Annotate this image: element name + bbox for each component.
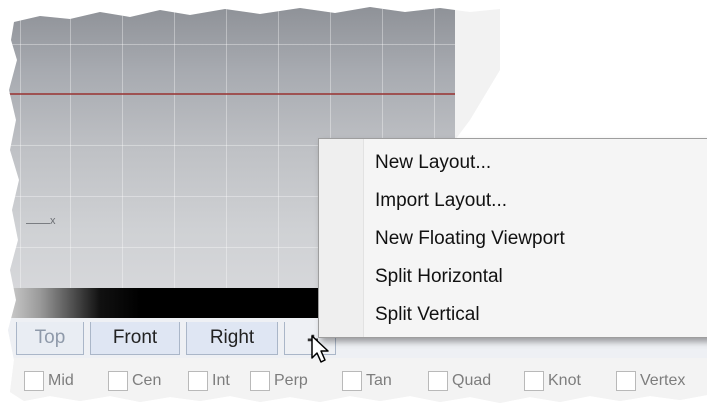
tab-top[interactable]: Top: [16, 322, 84, 355]
layout-context-menu: New Layout... Import Layout... New Float…: [318, 138, 707, 338]
checkbox[interactable]: [188, 371, 208, 391]
osnap-cen[interactable]: Cen: [108, 371, 161, 391]
osnap-label: Knot: [548, 372, 581, 389]
checkbox[interactable]: [616, 371, 636, 391]
osnap-label: Cen: [132, 372, 162, 389]
checkbox[interactable]: [250, 371, 270, 391]
osnap-perp[interactable]: Perp: [250, 371, 308, 391]
osnap-label: Mid: [48, 372, 74, 389]
checkbox[interactable]: [108, 371, 128, 391]
axis-indicator-line: [26, 223, 50, 224]
osnap-vertex[interactable]: Vertex: [616, 371, 685, 391]
osnap-label: Int: [212, 372, 230, 389]
menu-item-new-layout[interactable]: New Layout...: [375, 145, 695, 181]
osnap-label: Perp: [274, 372, 308, 389]
menu-item-import-layout[interactable]: Import Layout...: [375, 183, 695, 219]
tab-right[interactable]: Right: [186, 322, 278, 355]
osnap-int[interactable]: Int: [188, 371, 230, 391]
menu-icon-gutter: [319, 139, 364, 337]
screenshot-stage: x Top Front Right ✚ Mid Cen Int Perp: [0, 0, 707, 407]
x-axis-line: [8, 93, 455, 95]
checkbox[interactable]: [524, 371, 544, 391]
osnap-quad[interactable]: Quad: [428, 371, 491, 391]
axis-x-label: x: [50, 215, 56, 227]
osnap-tan[interactable]: Tan: [342, 371, 392, 391]
x-axis-line-right: [690, 82, 707, 83]
menu-item-new-floating-viewport[interactable]: New Floating Viewport: [375, 221, 695, 257]
osnap-knot[interactable]: Knot: [524, 371, 581, 391]
osnap-label: Tan: [366, 372, 392, 389]
osnap-label: Vertex: [640, 372, 686, 389]
menu-item-split-horizontal[interactable]: Split Horizontal: [375, 259, 695, 295]
checkbox[interactable]: [428, 371, 448, 391]
osnap-mid[interactable]: Mid: [24, 371, 74, 391]
osnap-label: Quad: [452, 372, 492, 389]
checkbox[interactable]: [24, 371, 44, 391]
arrow-cursor-icon: [311, 335, 329, 363]
menu-item-split-vertical[interactable]: Split Vertical: [375, 297, 695, 333]
grid-line: [8, 44, 455, 45]
tab-front[interactable]: Front: [90, 322, 180, 355]
checkbox[interactable]: [342, 371, 362, 391]
